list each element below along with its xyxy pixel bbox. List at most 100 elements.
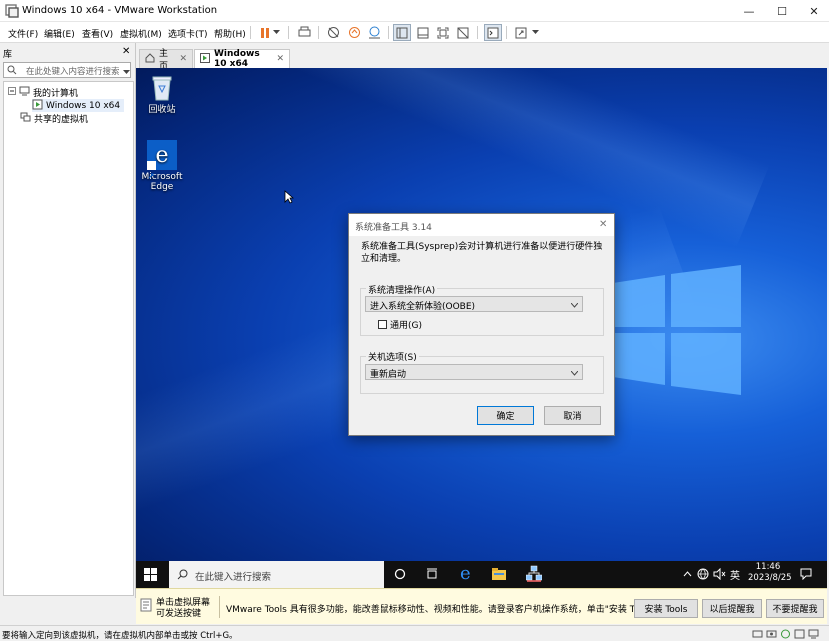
- generalize-checkbox[interactable]: [378, 320, 387, 329]
- remind-later-button[interactable]: 以后提醒我: [702, 599, 762, 618]
- menu-edit[interactable]: 编辑(E): [44, 27, 75, 40]
- stretch-icon[interactable]: [512, 24, 530, 41]
- network-adapter-icon[interactable]: [780, 629, 791, 641]
- windows-start-icon: [144, 568, 157, 581]
- action-center-icon[interactable]: [800, 568, 812, 583]
- cleanup-action-value: 进入系统全新体验(OOBE): [370, 302, 476, 312]
- tree-item-vm[interactable]: Windows 10 x64: [32, 99, 125, 112]
- library-search-input[interactable]: 在此处键入内容进行搜索: [3, 62, 131, 78]
- edge-label-line2: Edge: [150, 182, 174, 192]
- tree-item-shared[interactable]: 共享的虚拟机: [20, 112, 88, 125]
- status-bar: 要将输入定向到该虚拟机，请在虚拟机内部单击或按 Ctrl+G。: [0, 625, 829, 641]
- full-screen-icon[interactable]: [434, 24, 452, 41]
- edge-taskbar-icon[interactable]: e: [460, 565, 471, 583]
- menu-view[interactable]: 查看(V): [82, 27, 113, 40]
- never-remind-button[interactable]: 不要提醒我: [766, 599, 824, 618]
- shutdown-group-label: 关机选项(S): [366, 350, 419, 363]
- menu-tabs[interactable]: 选项卡(T): [168, 27, 208, 40]
- start-button[interactable]: [144, 568, 157, 584]
- unity-icon[interactable]: [454, 24, 472, 41]
- chevron-up-icon[interactable]: [683, 570, 692, 580]
- generalize-checkbox-row[interactable]: 通用(G): [378, 318, 422, 331]
- dialog-title: 系统准备工具 3.14: [355, 223, 432, 233]
- toolbar-separator: [288, 26, 289, 39]
- cd-drive-icon[interactable]: [766, 629, 777, 641]
- volume-muted-icon[interactable]: [713, 567, 726, 583]
- toolbar-separator: [250, 26, 251, 39]
- usb-icon[interactable]: [794, 629, 805, 641]
- shortcut-arrow-icon: [147, 161, 156, 179]
- collapse-icon[interactable]: [8, 87, 16, 98]
- tab-home[interactable]: 主页 ✕: [139, 49, 193, 72]
- library-search-placeholder: 在此处键入内容进行搜索: [26, 67, 120, 77]
- snapshot-manager-icon[interactable]: [365, 24, 383, 41]
- click-hint-line2: 可发送按键: [156, 609, 202, 619]
- dialog-description: 系统准备工具(Sysprep)会对计算机进行准备以便进行硬件独立和清理。: [361, 242, 603, 264]
- task-view-icon[interactable]: [426, 568, 438, 583]
- chevron-down-icon: [570, 369, 579, 379]
- clock-time: 11:46: [755, 562, 781, 572]
- menu-bar: 文件(F) 编辑(E) 查看(V) 虚拟机(M) 选项卡(T) 帮助(H): [0, 22, 829, 43]
- cortana-icon[interactable]: [394, 568, 406, 583]
- sysprep-dialog: 系统准备工具 3.14 ✕ 系统准备工具(Sysprep)会对计算机进行准备以便…: [348, 213, 615, 436]
- revert-snapshot-icon[interactable]: [345, 24, 363, 41]
- recycle-bin-shortcut[interactable]: 回收站: [136, 74, 188, 115]
- chevron-down-icon[interactable]: [123, 68, 130, 78]
- cancel-button[interactable]: 取消: [544, 406, 601, 425]
- taskbar-search-placeholder: 在此键入进行搜索: [195, 572, 272, 583]
- windows-logo-wallpaper: [613, 265, 741, 395]
- tab-vm[interactable]: Windows 10 x64 ✕: [194, 49, 290, 69]
- vmware-tools-hint-bar: 单击虚拟屏幕 可发送按键 VMware Tools 具有很多功能，能改善鼠标移动…: [136, 588, 827, 624]
- install-tools-button[interactable]: 安装 Tools: [634, 599, 698, 618]
- close-button[interactable]: ✕: [797, 0, 829, 22]
- library-header: 库: [3, 50, 13, 60]
- ok-button[interactable]: 确定: [477, 406, 534, 425]
- chevron-down-icon: [570, 301, 579, 311]
- thumbnail-bar-icon[interactable]: [414, 24, 432, 41]
- clock-date: 2023/8/25: [748, 573, 792, 583]
- close-library-icon[interactable]: ✕: [122, 46, 130, 57]
- toolbar-separator: [318, 26, 319, 39]
- console-view-icon[interactable]: [484, 24, 502, 41]
- shutdown-option-select[interactable]: 重新启动: [365, 364, 583, 380]
- network-app-icon[interactable]: [525, 565, 543, 585]
- home-icon: [145, 52, 155, 66]
- recycle-bin-label: 回收站: [148, 105, 176, 115]
- show-library-icon[interactable]: [393, 24, 411, 41]
- mouse-cursor-icon: [284, 190, 295, 207]
- guest-taskbar: 在此键入进行搜索 e 英 11:46 2023/8/25: [136, 561, 827, 588]
- close-tab-icon[interactable]: ✕: [276, 54, 284, 64]
- menu-vm[interactable]: 虚拟机(M): [120, 27, 162, 40]
- menu-file[interactable]: 文件(F): [8, 27, 38, 40]
- tree-item-my-computer[interactable]: 我的计算机: [8, 86, 78, 99]
- toolbar-separator: [477, 26, 478, 39]
- chevron-down-icon[interactable]: [530, 24, 540, 41]
- file-explorer-icon[interactable]: [492, 568, 506, 583]
- edge-icon: e: [147, 140, 177, 179]
- close-tab-icon[interactable]: ✕: [179, 54, 187, 64]
- minimize-button[interactable]: —: [732, 0, 766, 22]
- send-ctrl-alt-del-icon[interactable]: [295, 24, 313, 41]
- maximize-button[interactable]: ☐: [765, 0, 799, 22]
- search-icon: [7, 65, 17, 78]
- dialog-close-icon[interactable]: ✕: [599, 219, 607, 230]
- vm-running-icon: [200, 52, 210, 66]
- network-status-icon[interactable]: [697, 568, 709, 583]
- snapshot-disabled-icon[interactable]: [324, 24, 342, 41]
- menu-help[interactable]: 帮助(H): [214, 27, 246, 40]
- edge-shortcut[interactable]: e Microsoft Edge: [136, 140, 188, 192]
- search-icon: [177, 569, 188, 583]
- click-to-send-hint: 单击虚拟屏幕 可发送按键: [156, 598, 210, 620]
- toolbar-separator: [388, 26, 389, 39]
- chevron-down-icon[interactable]: [271, 24, 281, 41]
- cleanup-action-select[interactable]: 进入系统全新体验(OOBE): [365, 296, 583, 312]
- clock[interactable]: 11:46 2023/8/25: [748, 562, 792, 584]
- ime-indicator[interactable]: 英: [730, 567, 740, 582]
- hard-disk-icon[interactable]: [752, 629, 763, 641]
- generalize-label: 通用(G): [390, 321, 422, 331]
- click-hint-line1: 单击虚拟屏幕: [156, 598, 211, 608]
- library-tree: 我的计算机 Windows 10 x64 共享的虚拟机: [3, 81, 134, 596]
- window-title: Windows 10 x64 - VMware Workstation: [22, 5, 218, 16]
- display-icon[interactable]: [808, 629, 819, 641]
- taskbar-search-box[interactable]: 在此键入进行搜索: [169, 561, 384, 588]
